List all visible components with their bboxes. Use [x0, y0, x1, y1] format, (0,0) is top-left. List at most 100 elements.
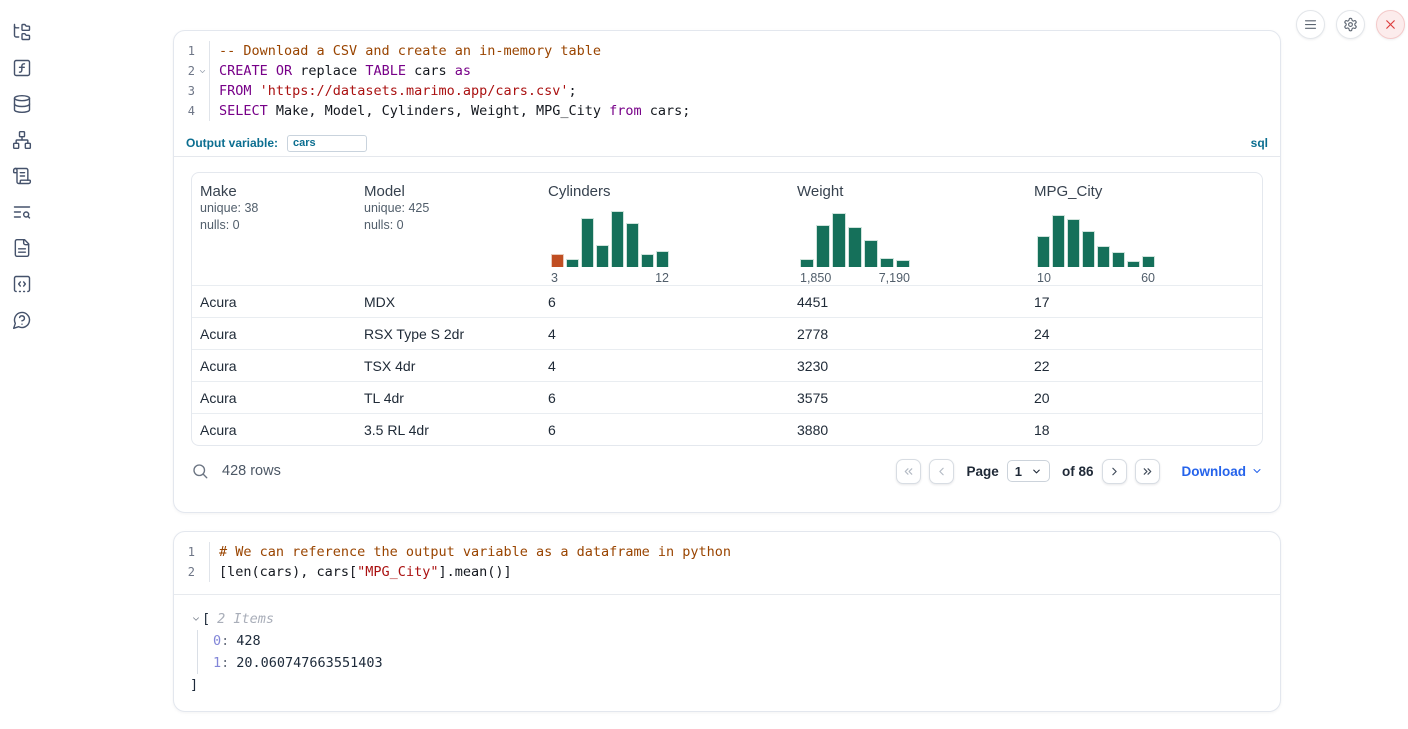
functions-icon[interactable] — [12, 58, 32, 78]
histogram-bar — [1112, 252, 1125, 267]
help-icon[interactable] — [12, 310, 32, 330]
entry-key: 1 — [213, 655, 221, 671]
outline-search-icon[interactable] — [12, 202, 32, 222]
file-explorer-icon[interactable] — [12, 22, 32, 42]
chevrons-left-icon — [902, 465, 915, 478]
code-line: 4SELECT Make, Model, Cylinders, Weight, … — [174, 101, 1280, 121]
histogram-bar — [1067, 219, 1080, 267]
token: 'https://datasets.marimo.app/cars.csv' — [260, 83, 569, 99]
close-bracket: ] — [190, 674, 1264, 696]
code-text: CREATE OR replace TABLE cars as — [209, 61, 471, 81]
table-cell: TL 4dr — [356, 390, 540, 406]
datasources-icon[interactable] — [12, 94, 32, 114]
column-header-cylinders[interactable]: Cylinders 312 — [540, 173, 789, 285]
line-number: 1 — [174, 41, 195, 61]
row-count: 428 rows — [222, 463, 281, 479]
histogram-bar — [1037, 236, 1050, 267]
column-header-model[interactable]: Modelunique: 425nulls: 0 — [356, 173, 540, 285]
histogram-max-label: 12 — [655, 271, 669, 285]
table-cell: 3880 — [789, 422, 1026, 438]
table-footer: 428 rows Page 1 of 86 Download — [191, 456, 1263, 486]
column-name: Cylinders — [548, 183, 781, 200]
search-icon — [191, 462, 209, 480]
column-stat: nulls: 0 — [200, 217, 348, 234]
histogram-bar — [641, 254, 654, 267]
column-header-make[interactable]: Makeunique: 38nulls: 0 — [192, 173, 356, 285]
histogram-bars — [551, 211, 669, 267]
chevron-right-icon — [1108, 465, 1121, 478]
page-select-value: 1 — [1015, 464, 1022, 479]
menu-button[interactable] — [1296, 10, 1325, 39]
first-page-button[interactable] — [896, 459, 921, 484]
output-variable-input[interactable] — [287, 135, 367, 152]
code-line: 3FROM 'https://datasets.marimo.app/cars.… — [174, 81, 1280, 101]
tree-entry: 1:20.060747663551403 — [213, 652, 1264, 674]
token: cars; — [642, 103, 691, 119]
histogram-bar — [626, 223, 639, 267]
code-text: [len(cars), cars["MPG_City"].mean()] — [209, 562, 512, 582]
tree-entries: 0:4281:20.060747663551403 — [197, 630, 1264, 674]
fold-gutter — [195, 101, 209, 121]
next-page-button[interactable] — [1102, 459, 1127, 484]
settings-button[interactable] — [1336, 10, 1365, 39]
table-row: AcuraTL 4dr6357520 — [192, 381, 1262, 413]
histogram-bar — [880, 258, 894, 267]
table-cell: 3.5 RL 4dr — [356, 422, 540, 438]
table-cell: Acura — [192, 390, 356, 406]
column-stat: unique: 38 — [200, 200, 348, 217]
column-name: Make — [200, 183, 348, 200]
shutdown-button[interactable] — [1376, 10, 1405, 39]
token: as — [455, 63, 471, 79]
pagination: Page 1 of 86 Download — [896, 459, 1263, 484]
column-histogram: 1060 — [1037, 211, 1155, 285]
token: from — [609, 103, 642, 119]
column-name: Model — [364, 183, 532, 200]
table-cell: Acura — [192, 422, 356, 438]
open-bracket: [ — [202, 611, 210, 627]
histogram-bar — [566, 259, 579, 267]
entry-colon: : — [221, 655, 229, 671]
fold-gutter — [195, 542, 209, 562]
documentation-icon[interactable] — [12, 238, 32, 258]
code-line: 2CREATE OR replace TABLE cars as — [174, 61, 1280, 81]
page-select[interactable]: 1 — [1007, 460, 1050, 482]
gear-icon — [1343, 17, 1358, 32]
column-histogram: 1,850 7,190 — [800, 211, 910, 285]
table-row: AcuraRSX Type S 2dr4277824 — [192, 317, 1262, 349]
last-page-button[interactable] — [1135, 459, 1160, 484]
table-cell: 2778 — [789, 326, 1026, 342]
fold-chevron-icon[interactable] — [195, 61, 209, 81]
page-label: Page — [966, 464, 998, 479]
download-button[interactable]: Download — [1182, 464, 1264, 479]
histogram-min-label: 1,850 — [800, 271, 831, 285]
search-button[interactable] — [191, 462, 209, 480]
column-name: Weight — [797, 183, 1018, 200]
python-output: [ 2 Items 0:4281:20.060747663551403 ] — [174, 595, 1280, 696]
token: ].mean()] — [438, 564, 511, 580]
sql-code-editor[interactable]: 1-- Download a CSV and create an in-memo… — [174, 31, 1280, 130]
column-header-mpg_city[interactable]: MPG_City1060 — [1026, 173, 1262, 285]
histogram-min-label: 10 — [1037, 271, 1051, 285]
logs-icon[interactable] — [12, 166, 32, 186]
histogram-bar — [1142, 256, 1155, 267]
python-code-editor[interactable]: 1# We can reference the output variable … — [174, 532, 1280, 595]
column-stat: unique: 425 — [364, 200, 532, 217]
token — [252, 83, 260, 99]
chevrons-right-icon — [1141, 465, 1154, 478]
histogram-bar — [551, 254, 564, 267]
collapse-chevron-icon[interactable] — [190, 612, 202, 627]
column-header-weight[interactable]: Weight 1,850 7,190 — [789, 173, 1026, 285]
table-cell: Acura — [192, 326, 356, 342]
download-label: Download — [1182, 464, 1247, 479]
token: TABLE — [365, 63, 406, 79]
line-number: 2 — [174, 562, 195, 582]
table-header-row: Makeunique: 38nulls: 0Modelunique: 425nu… — [192, 173, 1262, 285]
histogram-max-label: 7,190 — [879, 271, 910, 285]
histogram-bar — [800, 259, 814, 267]
histogram-range: 312 — [551, 271, 669, 285]
output-variable-bar: Output variable: sql — [174, 130, 1280, 157]
snippets-icon[interactable] — [12, 274, 32, 294]
prev-page-button[interactable] — [929, 459, 954, 484]
dependency-graph-icon[interactable] — [12, 130, 32, 150]
entry-colon: : — [221, 633, 229, 649]
